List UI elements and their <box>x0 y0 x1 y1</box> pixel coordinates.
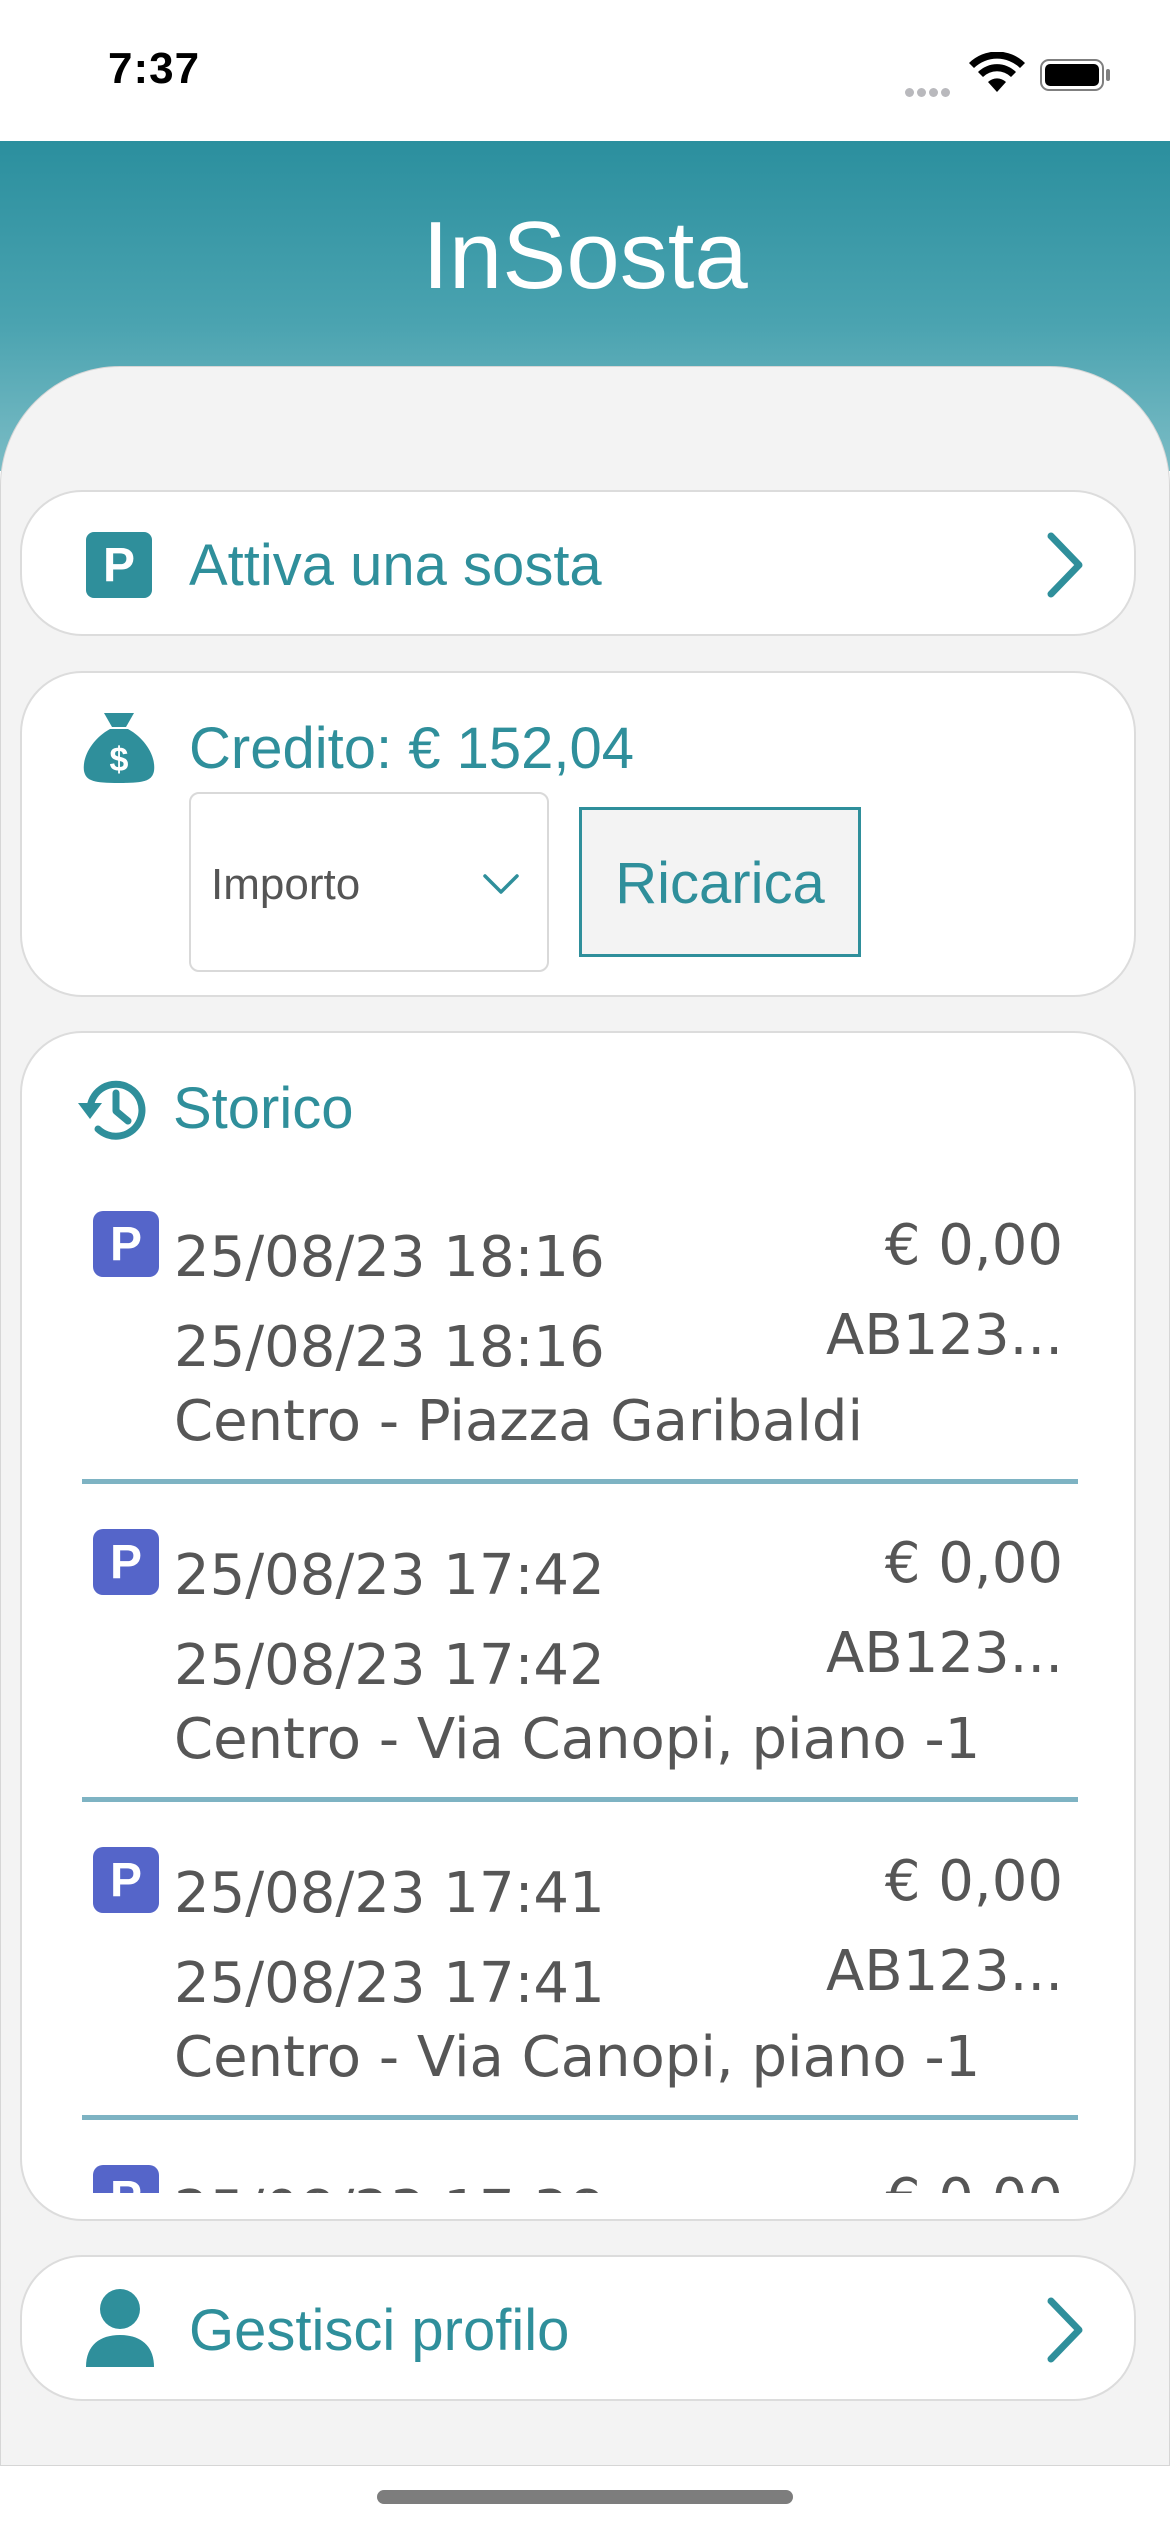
user-icon <box>86 2289 154 2367</box>
history-start-time: 25/08/23 17:38 <box>174 2179 605 2193</box>
history-start-time: 25/08/23 18:16 <box>174 1225 605 1290</box>
history-item[interactable]: P 25/08/23 17:41 25/08/23 17:41 Centro -… <box>22 1829 1138 2147</box>
wifi-icon <box>969 52 1025 92</box>
history-plate: AB123... <box>825 1939 1063 2004</box>
main-sheet: P Attiva una sosta $ Credito: € 152,04 I… <box>0 366 1170 2466</box>
history-item[interactable]: P 25/08/23 17:42 25/08/23 17:42 Centro -… <box>22 1511 1138 1829</box>
history-list[interactable]: P 25/08/23 18:16 25/08/23 18:16 Centro -… <box>22 1193 1138 2193</box>
recharge-button[interactable]: Ricarica <box>579 807 861 957</box>
amount-select-placeholder: Importo <box>211 860 361 909</box>
history-start-time: 25/08/23 17:41 <box>174 1861 605 1926</box>
parking-icon: P <box>93 2165 159 2193</box>
start-parking-row[interactable]: P Attiva una sosta <box>20 490 1136 636</box>
history-location: Centro - Via Canopi, piano -1 <box>174 2025 981 2090</box>
chevron-right-icon <box>1047 532 1083 598</box>
history-item[interactable]: P 25/08/23 18:16 25/08/23 18:16 Centro -… <box>22 1193 1138 1511</box>
history-location: Centro - Via Canopi, piano -1 <box>174 1707 981 1772</box>
status-bar: 7:37 <box>0 0 1170 141</box>
history-icon <box>78 1080 146 1140</box>
history-end-time: 25/08/23 18:16 <box>174 1315 605 1380</box>
history-amount: € 0,00 <box>885 2167 1063 2193</box>
manage-profile-row[interactable]: Gestisci profilo <box>20 2255 1136 2401</box>
history-divider <box>82 2115 1078 2120</box>
history-divider <box>82 1479 1078 1484</box>
app-title: InSosta <box>422 202 748 309</box>
history-card: Storico P 25/08/23 18:16 25/08/23 18:16 … <box>20 1031 1136 2221</box>
history-end-time: 25/08/23 17:41 <box>174 1951 605 2016</box>
credit-balance-label: Credito: € 152,04 <box>189 716 634 781</box>
history-divider <box>82 1797 1078 1802</box>
chevron-down-icon <box>483 874 519 894</box>
parking-icon: P <box>93 1847 159 1913</box>
history-amount: € 0,00 <box>884 1849 1063 1914</box>
parking-icon: P <box>93 1529 159 1595</box>
battery-icon <box>1040 59 1110 91</box>
parking-icon: P <box>93 1211 159 1277</box>
history-item[interactable]: P 25/08/23 17:38 € 0,00 <box>22 2147 1138 2193</box>
status-time: 7:37 <box>108 44 201 93</box>
signal-icon <box>905 82 953 101</box>
parking-icon: P <box>86 532 152 598</box>
history-amount: € 0,00 <box>884 1531 1063 1596</box>
amount-select[interactable]: Importo <box>189 792 549 972</box>
recharge-button-label: Ricarica <box>615 851 825 916</box>
history-amount: € 0,00 <box>884 1213 1063 1278</box>
chevron-right-icon <box>1047 2297 1083 2363</box>
svg-text:$: $ <box>110 741 129 779</box>
history-plate: AB123... <box>825 1621 1063 1686</box>
history-start-time: 25/08/23 17:42 <box>174 1543 605 1608</box>
manage-profile-label: Gestisci profilo <box>189 2298 570 2363</box>
history-end-time: 25/08/23 17:42 <box>174 1633 605 1698</box>
start-parking-label: Attiva una sosta <box>189 533 602 598</box>
history-title: Storico <box>173 1076 354 1141</box>
history-location: Centro - Piazza Garibaldi <box>174 1389 864 1454</box>
money-bag-icon: $ <box>83 713 155 783</box>
history-plate: AB123... <box>825 1303 1063 1368</box>
credit-card: $ Credito: € 152,04 Importo Ricarica <box>20 671 1136 997</box>
home-indicator[interactable] <box>377 2490 793 2504</box>
